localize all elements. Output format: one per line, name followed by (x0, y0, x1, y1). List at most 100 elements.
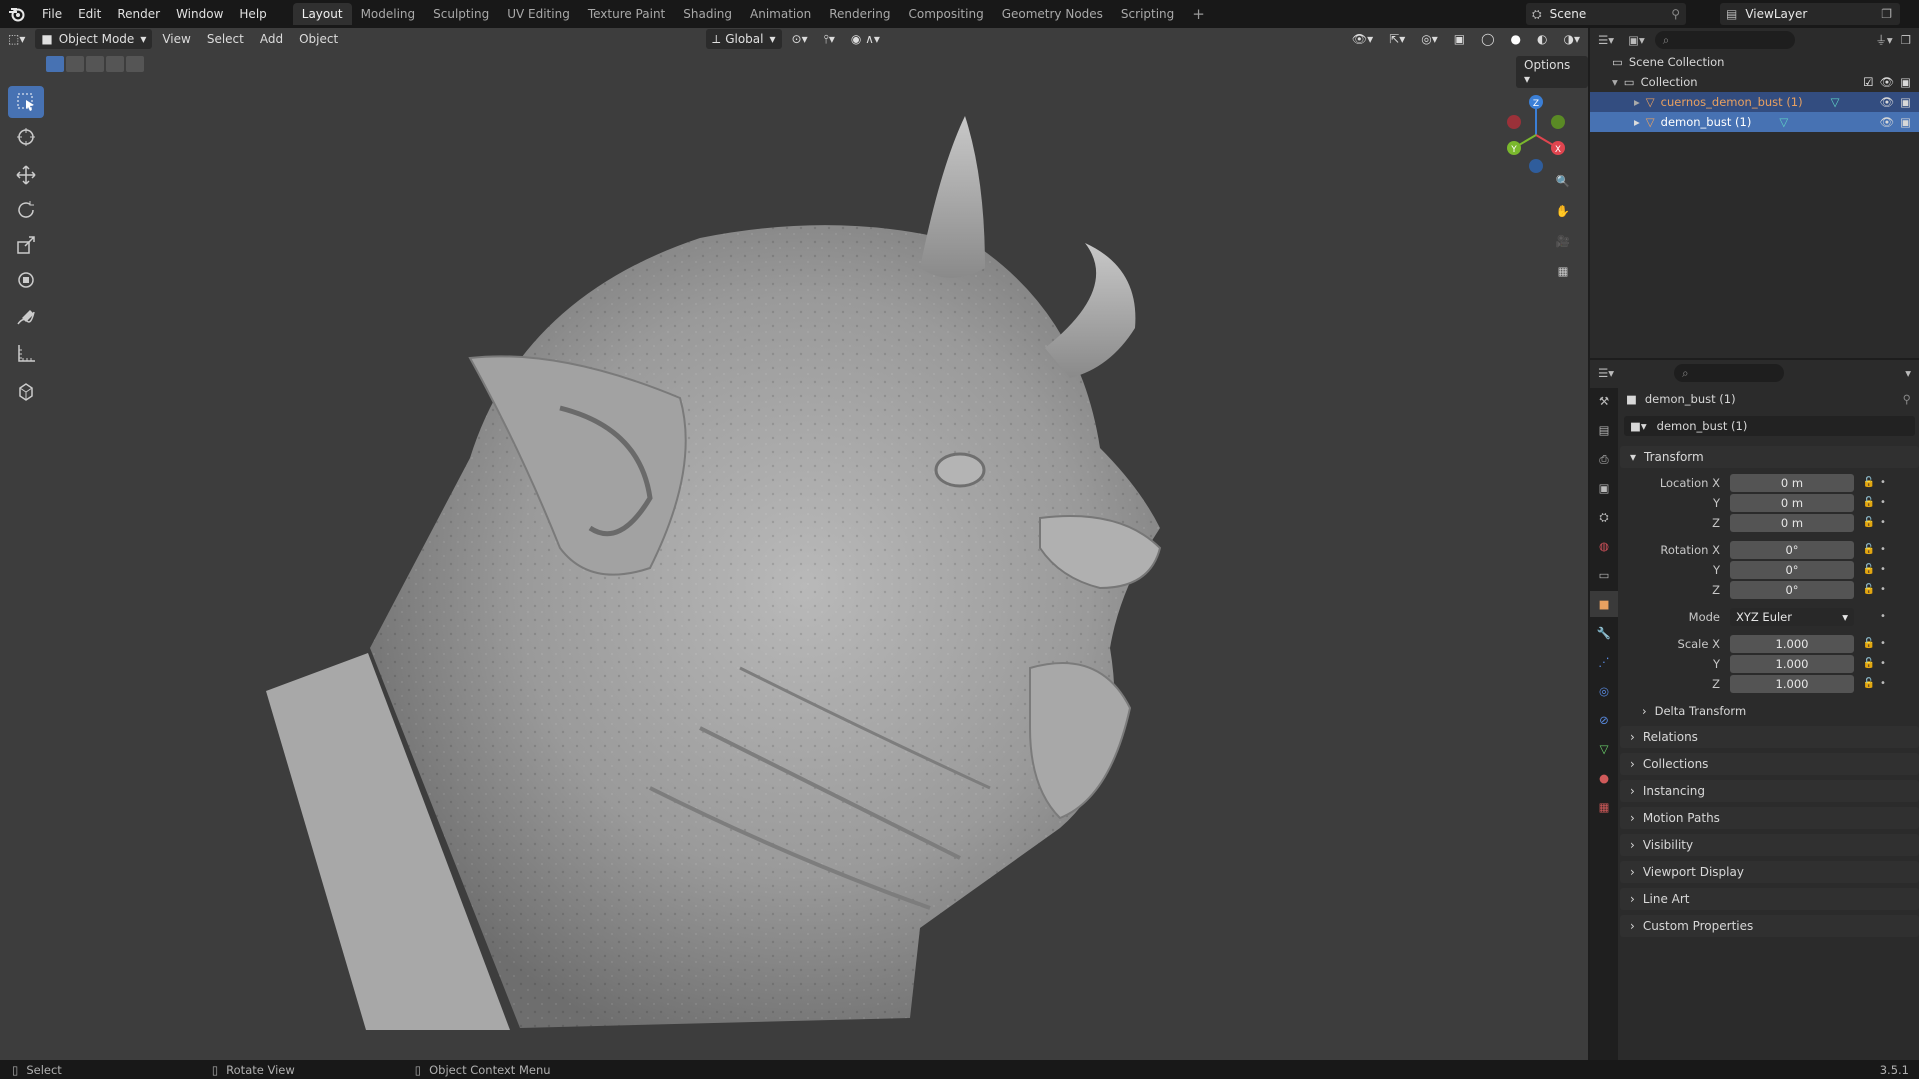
lock-icon[interactable]: 🔓 (1860, 678, 1878, 689)
copy-icon[interactable]: ❐ (1881, 7, 1892, 21)
menu-help[interactable]: Help (231, 0, 274, 28)
lock-icon[interactable]: 🔓 (1860, 544, 1878, 555)
gizmo-toggle-icon[interactable]: ⇱▾ (1381, 28, 1413, 50)
view-layer-selector[interactable]: ▤ ViewLayer ❐ (1720, 3, 1900, 25)
lock-icon[interactable]: 🔓 (1860, 584, 1878, 595)
output-tab-icon[interactable]: ⎙ (1590, 446, 1618, 472)
checkbox-icon[interactable]: ☑ (1863, 75, 1873, 89)
select-new-icon[interactable] (46, 56, 64, 72)
camera-view-icon[interactable]: 🎥 (1550, 228, 1576, 254)
location-z-field[interactable]: 0 m (1730, 513, 1854, 532)
tab-geometry-nodes[interactable]: Geometry Nodes (993, 3, 1112, 25)
display-mode-icon[interactable]: ▣▾ (1628, 33, 1645, 47)
filter-icon[interactable]: ⏚▾ (1875, 32, 1892, 48)
keyframe-dot-icon[interactable]: • (1878, 517, 1888, 528)
panel-motion-paths[interactable]: › Motion Paths (1620, 807, 1919, 829)
pin-icon[interactable]: ⚲ (1671, 7, 1680, 21)
material-tab-icon[interactable]: ● (1590, 765, 1618, 791)
render-tab-icon[interactable]: ▤ (1590, 417, 1618, 443)
keyframe-dot-icon[interactable]: • (1878, 564, 1888, 575)
tab-shading[interactable]: Shading (674, 3, 741, 25)
transform-tool-icon[interactable] (8, 264, 44, 296)
xray-icon[interactable]: ▣ (1446, 28, 1473, 50)
keyframe-dot-icon[interactable]: • (1878, 544, 1888, 555)
datablock-field[interactable]: ■▾ demon_bust (1) (1624, 416, 1915, 436)
options-button[interactable]: Options ▾ (1516, 56, 1588, 88)
add-cube-tool-icon[interactable] (8, 375, 44, 407)
tab-uv-editing[interactable]: UV Editing (498, 3, 579, 25)
object-tab-icon[interactable]: ■ (1590, 591, 1618, 617)
lock-icon[interactable]: 🔓 (1860, 564, 1878, 575)
proportional-edit-icon[interactable]: ◉ ∧▾ (843, 28, 888, 50)
outliner-editor-icon[interactable]: ☰▾ (1598, 33, 1614, 47)
outliner-item-cuernos[interactable]: ▸ ▽ cuernos_demon_bust (1) ▽ 👁 ▣ (1590, 92, 1919, 112)
shading-wireframe-icon[interactable]: ◯ (1473, 28, 1502, 50)
outliner-scene-collection[interactable]: ▭ Scene Collection (1590, 52, 1919, 72)
view-layer-tab-icon[interactable]: ▣ (1590, 475, 1618, 501)
select-subtract-icon[interactable] (86, 56, 104, 72)
select-box-tool-icon[interactable] (8, 86, 44, 118)
expand-arrow-icon[interactable]: ▸ (1634, 115, 1640, 129)
menu-add[interactable]: Add (252, 28, 291, 50)
scale-tool-icon[interactable] (8, 229, 44, 261)
shading-solid-icon[interactable]: ● (1503, 28, 1529, 50)
lock-icon[interactable]: 🔓 (1860, 517, 1878, 528)
data-tab-icon[interactable]: ▽ (1590, 736, 1618, 762)
outliner-item-demon-bust[interactable]: ▸ ▽ demon_bust (1) ▽ 👁 ▣ (1590, 112, 1919, 132)
snap-icon[interactable]: ⫯▾ (816, 28, 843, 50)
keyframe-dot-icon[interactable]: • (1878, 638, 1888, 649)
new-collection-icon[interactable]: ❐ (1901, 33, 1911, 47)
menu-select[interactable]: Select (199, 28, 252, 50)
keyframe-dot-icon[interactable]: • (1878, 584, 1888, 595)
constraints-tab-icon[interactable]: ⊘ (1590, 707, 1618, 733)
rotation-mode-dropdown[interactable]: XYZ Euler ▾ (1730, 607, 1854, 626)
location-x-field[interactable]: 0 m (1730, 473, 1854, 492)
rotation-z-field[interactable]: 0° (1730, 580, 1854, 599)
camera-icon[interactable]: ▣ (1900, 75, 1911, 89)
tab-layout[interactable]: Layout (292, 3, 352, 25)
menu-window[interactable]: Window (168, 0, 231, 28)
keyframe-dot-icon[interactable]: • (1878, 611, 1888, 622)
keyframe-dot-icon[interactable]: • (1878, 658, 1888, 669)
lock-icon[interactable]: 🔓 (1860, 638, 1878, 649)
properties-search-input[interactable]: ⌕ (1674, 364, 1785, 382)
tab-modeling[interactable]: Modeling (352, 3, 425, 25)
pan-hand-icon[interactable]: ✋ (1550, 198, 1576, 224)
menu-object[interactable]: Object (291, 28, 346, 50)
orientation-dropdown[interactable]: ⟂ Global ▾ (706, 29, 782, 49)
tab-compositing[interactable]: Compositing (899, 3, 992, 25)
menu-render[interactable]: Render (109, 0, 168, 28)
transform-panel-header[interactable]: ▾ Transform (1620, 446, 1919, 468)
panel-line-art[interactable]: › Line Art (1620, 888, 1919, 910)
select-intersect-icon[interactable] (126, 56, 144, 72)
3d-viewport[interactable]: ⬚▾ ■ Object Mode ▾ View Select Add Objec… (0, 28, 1588, 1060)
panel-visibility[interactable]: › Visibility (1620, 834, 1919, 856)
outliner-collection[interactable]: ▾ ▭ Collection ☑ 👁 ▣ (1590, 72, 1919, 92)
lock-icon[interactable]: 🔓 (1860, 658, 1878, 669)
rotation-y-field[interactable]: 0° (1730, 560, 1854, 579)
annotate-tool-icon[interactable] (8, 302, 44, 334)
expand-arrow-icon[interactable]: ▾ (1612, 75, 1618, 89)
outliner-search-input[interactable]: ⌕ (1654, 31, 1795, 49)
eye-icon[interactable]: 👁 (1880, 95, 1895, 109)
camera-icon[interactable]: ▣ (1900, 115, 1911, 129)
menu-file[interactable]: File (34, 0, 70, 28)
move-tool-icon[interactable] (8, 159, 44, 191)
chevron-down-icon[interactable]: ▾ (1905, 366, 1911, 380)
particles-tab-icon[interactable]: ⋰ (1590, 649, 1618, 675)
shading-rendered-icon[interactable]: ◑▾ (1556, 28, 1589, 50)
camera-icon[interactable]: ▣ (1900, 95, 1911, 109)
tab-texture-paint[interactable]: Texture Paint (579, 3, 674, 25)
location-y-field[interactable]: 0 m (1730, 493, 1854, 512)
editor-type-icon[interactable]: ⬚▾ (0, 28, 33, 50)
panel-instancing[interactable]: › Instancing (1620, 780, 1919, 802)
add-workspace-button[interactable]: + (1183, 3, 1214, 25)
tab-rendering[interactable]: Rendering (820, 3, 899, 25)
mode-dropdown[interactable]: ■ Object Mode ▾ (35, 29, 153, 49)
properties-editor-icon[interactable]: ☰▾ (1598, 366, 1614, 380)
scale-x-field[interactable]: 1.000 (1730, 634, 1854, 653)
navigation-gizmo[interactable]: Z X Y (1496, 90, 1576, 180)
tab-scripting[interactable]: Scripting (1112, 3, 1183, 25)
expand-arrow-icon[interactable]: ▸ (1634, 95, 1640, 109)
eye-icon[interactable]: 👁 (1880, 115, 1895, 129)
